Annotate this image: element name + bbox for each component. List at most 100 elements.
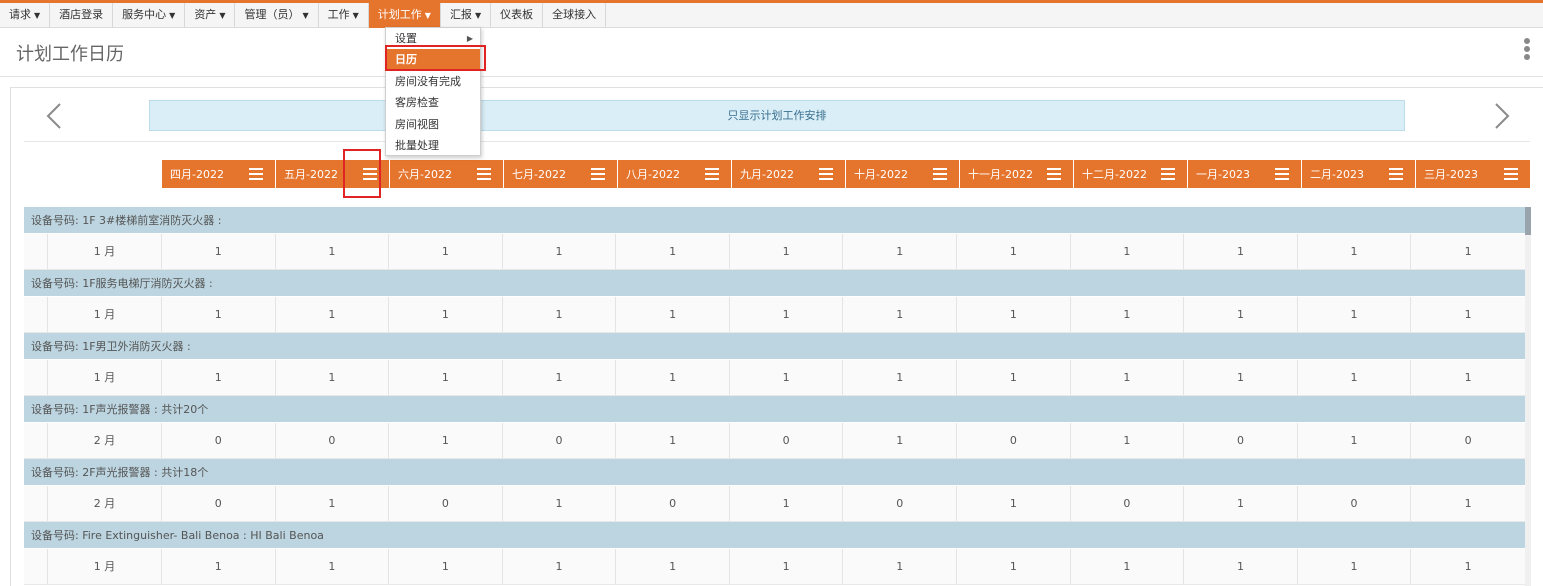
value-cell[interactable]: 1 — [1298, 297, 1412, 332]
value-cell[interactable]: 1 — [1411, 486, 1525, 521]
value-cell[interactable]: 1 — [843, 234, 958, 269]
nav-item-0[interactable]: 请求 ▼ — [0, 3, 51, 28]
nav-item-7[interactable]: 汇报 ▼ — [441, 3, 492, 28]
value-cell[interactable]: 0 — [503, 423, 617, 458]
value-cell[interactable]: 1 — [1184, 360, 1298, 395]
value-cell[interactable]: 0 — [730, 423, 844, 458]
value-cell[interactable]: 1 — [1071, 549, 1185, 584]
value-cell[interactable]: 1 — [730, 549, 844, 584]
nav-item-6[interactable]: 计划工作 ▼ — [368, 3, 441, 28]
value-cell[interactable]: 1 — [1298, 234, 1412, 269]
kebab-menu-icon[interactable] — [1522, 38, 1532, 64]
value-cell[interactable]: 1 — [843, 549, 958, 584]
hamburger-menu-icon[interactable] — [477, 168, 491, 180]
nav-item-2[interactable]: 服务中心 ▼ — [113, 3, 186, 28]
value-cell[interactable]: 0 — [957, 423, 1071, 458]
value-cell[interactable]: 1 — [957, 486, 1071, 521]
nav-item-9[interactable]: 全球接入 — [543, 3, 607, 28]
value-cell[interactable]: 1 — [389, 423, 503, 458]
value-cell[interactable]: 1 — [1411, 297, 1525, 332]
hamburger-menu-icon[interactable] — [249, 168, 263, 180]
value-cell[interactable]: 0 — [1298, 486, 1412, 521]
value-cell[interactable]: 1 — [389, 360, 503, 395]
dropdown-item-3[interactable]: 客房检查 — [386, 92, 480, 113]
hamburger-menu-icon[interactable] — [1047, 168, 1061, 180]
value-cell[interactable]: 1 — [1411, 549, 1525, 584]
value-cell[interactable]: 1 — [389, 234, 503, 269]
value-cell[interactable]: 1 — [1411, 234, 1525, 269]
value-cell[interactable]: 0 — [162, 486, 276, 521]
chevron-right-icon[interactable] — [1488, 102, 1516, 130]
value-cell[interactable]: 1 — [730, 297, 844, 332]
hamburger-menu-icon[interactable] — [1161, 168, 1175, 180]
value-cell[interactable]: 1 — [276, 297, 390, 332]
value-cell[interactable]: 0 — [162, 423, 276, 458]
value-cell[interactable]: 1 — [1071, 297, 1185, 332]
hamburger-menu-icon[interactable] — [1275, 168, 1289, 180]
scrollbar-thumb[interactable] — [1525, 207, 1531, 235]
value-cell[interactable]: 0 — [276, 423, 390, 458]
value-cell[interactable]: 1 — [616, 549, 730, 584]
value-cell[interactable]: 0 — [1071, 486, 1185, 521]
value-cell[interactable]: 1 — [957, 549, 1071, 584]
value-cell[interactable]: 1 — [162, 297, 276, 332]
value-cell[interactable]: 1 — [1184, 549, 1298, 584]
value-cell[interactable]: 1 — [162, 234, 276, 269]
value-cell[interactable]: 1 — [1298, 423, 1412, 458]
value-cell[interactable]: 1 — [1071, 360, 1185, 395]
value-cell[interactable]: 1 — [730, 234, 844, 269]
value-cell[interactable]: 1 — [276, 486, 390, 521]
nav-item-3[interactable]: 资产 ▼ — [185, 3, 236, 28]
nav-item-4[interactable]: 管理（员） ▼ — [235, 3, 319, 28]
value-cell[interactable]: 1 — [1298, 549, 1412, 584]
value-cell[interactable]: 1 — [1298, 360, 1412, 395]
value-cell[interactable]: 1 — [616, 297, 730, 332]
value-cell[interactable]: 1 — [843, 360, 958, 395]
value-cell[interactable]: 0 — [1184, 423, 1298, 458]
value-cell[interactable]: 1 — [162, 360, 276, 395]
value-cell[interactable]: 1 — [616, 234, 730, 269]
value-cell[interactable]: 1 — [1184, 486, 1298, 521]
chevron-left-icon[interactable] — [40, 102, 68, 130]
value-cell[interactable]: 1 — [503, 486, 617, 521]
dropdown-item-4[interactable]: 房间视图 — [386, 114, 480, 135]
value-cell[interactable]: 1 — [730, 360, 844, 395]
value-cell[interactable]: 1 — [957, 297, 1071, 332]
hamburger-menu-icon[interactable] — [933, 168, 947, 180]
hamburger-menu-icon[interactable] — [363, 168, 377, 180]
planned-work-only-banner[interactable]: 只显示计划工作安排 — [149, 100, 1405, 131]
value-cell[interactable]: 1 — [276, 360, 390, 395]
value-cell[interactable]: 1 — [503, 360, 617, 395]
vertical-scrollbar[interactable] — [1525, 207, 1531, 586]
value-cell[interactable]: 1 — [843, 297, 958, 332]
value-cell[interactable]: 1 — [503, 297, 617, 332]
value-cell[interactable]: 1 — [1071, 423, 1185, 458]
value-cell[interactable]: 0 — [1411, 423, 1525, 458]
value-cell[interactable]: 1 — [503, 549, 617, 584]
hamburger-menu-icon[interactable] — [591, 168, 605, 180]
value-cell[interactable]: 1 — [162, 549, 276, 584]
dropdown-item-1[interactable]: 日历 — [386, 49, 480, 71]
value-cell[interactable]: 1 — [1184, 297, 1298, 332]
dropdown-item-2[interactable]: 房间没有完成 — [386, 71, 480, 92]
value-cell[interactable]: 1 — [276, 234, 390, 269]
dropdown-item-5[interactable]: 批量处理 — [386, 135, 480, 156]
value-cell[interactable]: 1 — [616, 360, 730, 395]
nav-item-8[interactable]: 仪表板 — [491, 3, 544, 28]
value-cell[interactable]: 1 — [843, 423, 958, 458]
value-cell[interactable]: 1 — [503, 234, 617, 269]
value-cell[interactable]: 1 — [1411, 360, 1525, 395]
value-cell[interactable]: 1 — [389, 549, 503, 584]
value-cell[interactable]: 0 — [389, 486, 503, 521]
value-cell[interactable]: 1 — [957, 234, 1071, 269]
value-cell[interactable]: 1 — [730, 486, 844, 521]
value-cell[interactable]: 1 — [389, 297, 503, 332]
hamburger-menu-icon[interactable] — [705, 168, 719, 180]
hamburger-menu-icon[interactable] — [1504, 168, 1518, 180]
hamburger-menu-icon[interactable] — [819, 168, 833, 180]
nav-item-1[interactable]: 酒店登录 — [50, 3, 114, 28]
dropdown-item-0[interactable]: 设置 ▶ — [386, 28, 480, 49]
hamburger-menu-icon[interactable] — [1389, 168, 1403, 180]
value-cell[interactable]: 1 — [1184, 234, 1298, 269]
nav-item-5[interactable]: 工作 ▼ — [319, 3, 369, 28]
